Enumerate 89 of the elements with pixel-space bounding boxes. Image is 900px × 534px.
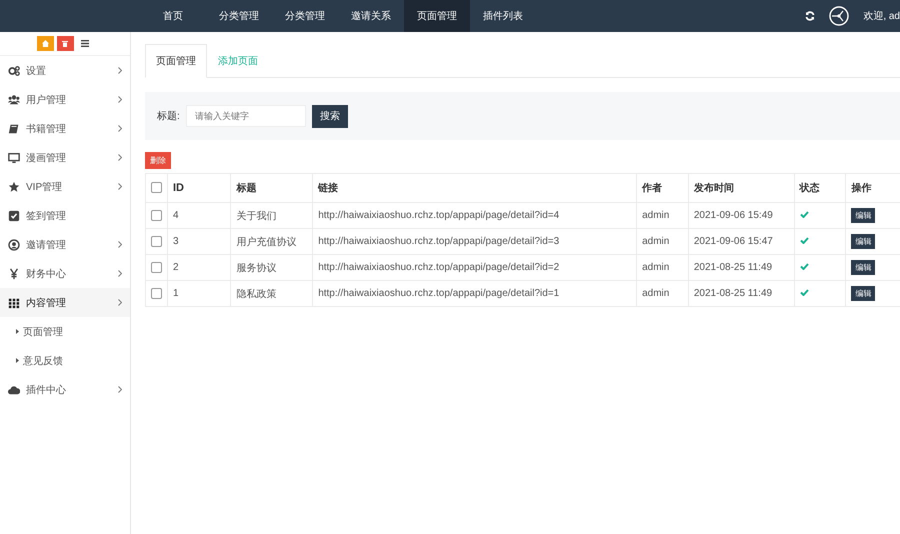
id-cell: 2 xyxy=(173,262,179,273)
gear-icon xyxy=(8,64,20,76)
book-icon xyxy=(8,122,20,134)
sidebar-item-label: 签到管理 xyxy=(26,210,67,222)
submenu-item[interactable]: 意见反馈 xyxy=(0,346,130,375)
sidebar-item[interactable]: 插件中心 xyxy=(0,375,130,404)
edit-button[interactable]: 编辑 xyxy=(851,234,876,249)
search-button[interactable]: 搜索 xyxy=(312,104,348,128)
author-cell: admin xyxy=(642,210,670,221)
check-icon xyxy=(8,210,20,222)
time-cell: 2021-09-06 15:49 xyxy=(694,210,773,221)
user-icon xyxy=(8,238,20,250)
column-header: 链接 xyxy=(318,183,338,194)
title-cell: 用户充值协议 xyxy=(236,236,296,248)
tab[interactable]: 页面管理 xyxy=(145,44,207,78)
sidebar-item[interactable]: 邀请管理 xyxy=(0,230,130,259)
yen-icon xyxy=(8,268,20,280)
link-cell: http://haiwaixiaoshuo.rchz.top/appapi/page/detail?id=3 xyxy=(318,236,560,247)
list-icon xyxy=(81,40,89,47)
nav-item[interactable]: 分类管理 xyxy=(206,0,272,32)
column-header: 标题 xyxy=(236,183,256,194)
star-icon xyxy=(8,180,20,192)
link-cell: http://haiwaixiaoshuo.rchz.top/appapi/page/detail?id=1 xyxy=(318,288,560,299)
sidebar-item[interactable]: 签到管理 xyxy=(0,201,130,230)
triangle-icon xyxy=(16,329,19,334)
submenu-item[interactable]: 页面管理 xyxy=(0,317,130,346)
id-cell: 1 xyxy=(173,288,179,299)
cloud-icon xyxy=(8,384,20,396)
sidebar-item-label: 用户管理 xyxy=(26,94,67,106)
author-cell: admin xyxy=(642,262,670,273)
nav-item[interactable]: 分类管理 xyxy=(272,0,338,32)
search-field[interactable]: 请输入关键字 xyxy=(186,105,306,127)
column-header: 发布时间 xyxy=(694,183,734,194)
welcome-text: 欢迎, ad xyxy=(863,10,900,23)
triangle-icon xyxy=(16,358,19,363)
link-cell: http://haiwaixiaoshuo.rchz.top/appapi/page/detail?id=4 xyxy=(318,210,560,221)
home-button[interactable] xyxy=(36,36,54,51)
checkbox[interactable] xyxy=(151,236,162,247)
sidebar-item-label: 漫画管理 xyxy=(26,152,67,164)
checkbox[interactable] xyxy=(151,182,162,194)
sidebar-item-label: VIP管理 xyxy=(26,180,64,194)
edit-button[interactable]: 编辑 xyxy=(851,260,876,275)
link-cell: http://haiwaixiaoshuo.rchz.top/appapi/page/detail?id=2 xyxy=(318,262,560,273)
search-label: 标题: xyxy=(157,110,180,123)
checkbox[interactable] xyxy=(151,288,162,299)
edit-button[interactable]: 编辑 xyxy=(851,208,876,223)
sidebar-item-label: 内容管理 xyxy=(26,296,67,310)
avatar-icon[interactable] xyxy=(829,6,850,26)
column-header: ID xyxy=(173,182,184,194)
author-cell: admin xyxy=(642,288,670,299)
nav-item[interactable]: 邀请关系 xyxy=(338,0,404,32)
sidebar-item-label: 插件中心 xyxy=(26,384,67,396)
title-cell: 隐私政策 xyxy=(236,288,276,300)
users-icon xyxy=(8,94,20,106)
refresh-icon[interactable] xyxy=(805,11,816,21)
title-cell: 关于我们 xyxy=(236,210,276,222)
nav-item[interactable]: 插件列表 xyxy=(470,0,536,32)
sidebar-item-label: 书籍管理 xyxy=(26,122,67,136)
sidebar-item-label: 邀请管理 xyxy=(26,238,67,252)
checkbox[interactable] xyxy=(151,262,162,273)
sidebar-item[interactable]: 内容管理 xyxy=(0,288,130,317)
id-cell: 3 xyxy=(173,236,179,247)
column-header: 操作 xyxy=(851,183,872,194)
delete-button[interactable]: 删除 xyxy=(145,152,171,169)
id-cell: 4 xyxy=(173,210,179,221)
author-cell: admin xyxy=(642,236,670,247)
sidebar-item-label: 财务中心 xyxy=(26,268,67,280)
column-header: 作者 xyxy=(642,183,662,194)
title-cell: 服务协议 xyxy=(236,262,276,274)
sidebar-item-label: 设置 xyxy=(26,64,47,78)
nav-item[interactable]: 页面管理 xyxy=(404,0,470,32)
checkbox[interactable] xyxy=(151,210,162,221)
nav-item[interactable]: 首页 xyxy=(140,0,206,32)
sidebar-item[interactable]: VIP管理 xyxy=(0,172,130,201)
sidebar-item[interactable]: 设置 xyxy=(0,56,130,85)
column-header: 状态 xyxy=(800,183,820,194)
trash-button[interactable] xyxy=(56,36,74,51)
sidebar-item[interactable]: 财务中心 xyxy=(0,259,130,288)
time-cell: 2021-08-25 11:49 xyxy=(694,288,772,299)
trash-icon xyxy=(62,40,68,47)
sidebar-item[interactable]: 用户管理 xyxy=(0,85,130,114)
sidebar-item[interactable]: 书籍管理 xyxy=(0,114,130,143)
time-cell: 2021-09-06 15:47 xyxy=(694,236,773,247)
sidebar-item[interactable]: 漫画管理 xyxy=(0,143,130,172)
time-cell: 2021-08-25 11:49 xyxy=(694,262,772,273)
monitor-icon xyxy=(8,152,20,164)
home-icon xyxy=(42,40,48,47)
edit-button[interactable]: 编辑 xyxy=(851,286,876,301)
grid-icon xyxy=(8,296,20,308)
